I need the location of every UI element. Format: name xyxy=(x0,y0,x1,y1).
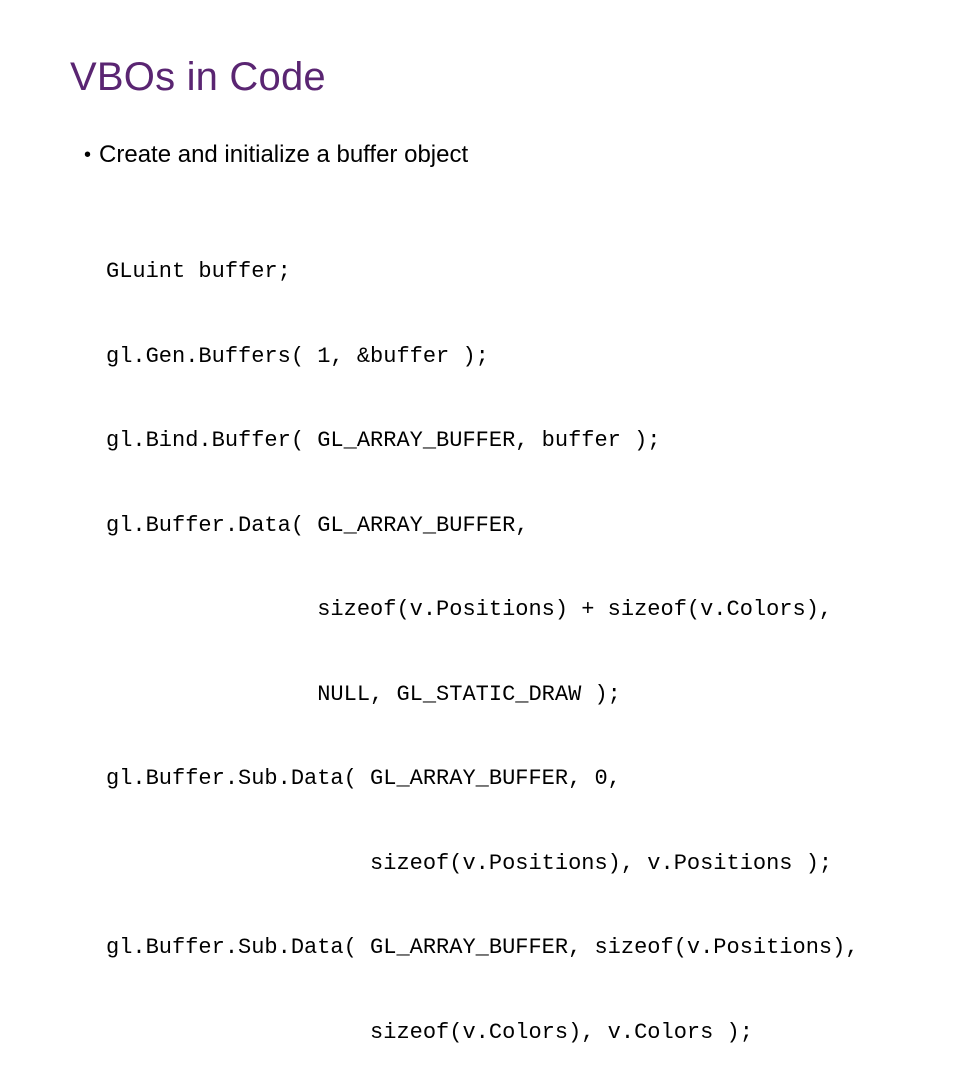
bullet-text: Create and initialize a buffer object xyxy=(99,140,468,170)
code-line: NULL, GL_STATIC_DRAW ); xyxy=(106,681,890,709)
code-line: gl.Bind.Buffer( GL_ARRAY_BUFFER, buffer … xyxy=(106,427,890,455)
code-line: gl.Buffer.Data( GL_ARRAY_BUFFER, xyxy=(106,512,890,540)
code-line: gl.Buffer.Sub.Data( GL_ARRAY_BUFFER, 0, xyxy=(106,765,890,793)
code-line: sizeof(v.Positions), v.Positions ); xyxy=(106,850,890,878)
bullet-dot-icon: • xyxy=(84,140,91,170)
code-line: sizeof(v.Colors), v.Colors ); xyxy=(106,1019,890,1047)
code-line: gl.Buffer.Sub.Data( GL_ARRAY_BUFFER, siz… xyxy=(106,934,890,962)
code-line: GLuint buffer; xyxy=(106,258,890,286)
slide-title: VBOs in Code xyxy=(70,55,890,100)
code-block: GLuint buffer; gl.Gen.Buffers( 1, &buffe… xyxy=(106,202,890,1080)
code-line: gl.Gen.Buffers( 1, &buffer ); xyxy=(106,343,890,371)
slide: VBOs in Code • Create and initialize a b… xyxy=(0,0,960,1080)
code-line: sizeof(v.Positions) + sizeof(v.Colors), xyxy=(106,596,890,624)
bullet-item: • Create and initialize a buffer object xyxy=(84,140,890,170)
